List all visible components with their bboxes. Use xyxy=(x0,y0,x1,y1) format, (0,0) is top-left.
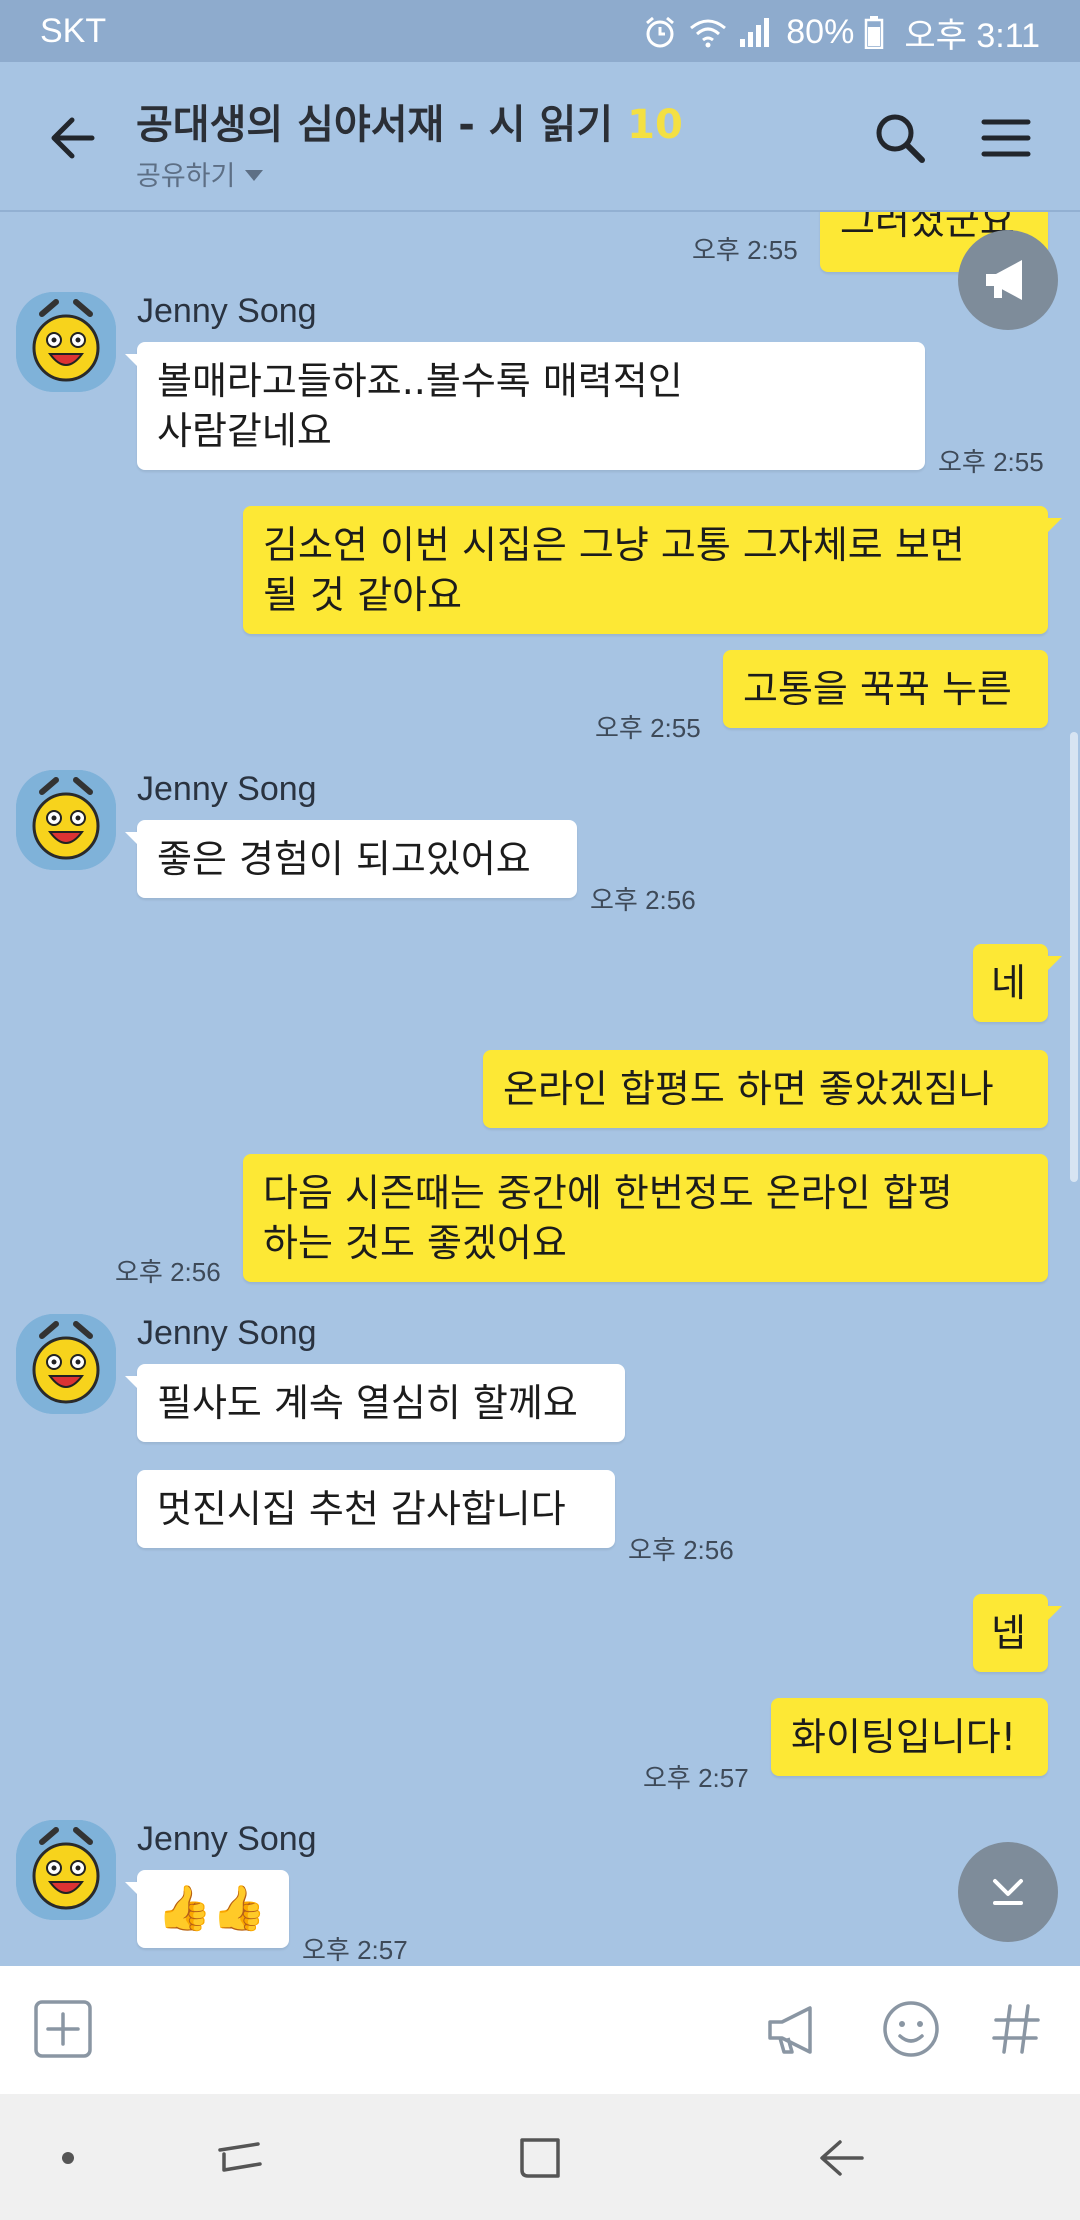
chevron-down-icon xyxy=(993,1879,1023,1905)
recents-button[interactable] xyxy=(210,2128,270,2188)
message-timestamp: 오후 2:57 xyxy=(302,1935,408,1965)
message-timestamp: 오후 2:56 xyxy=(590,885,696,915)
smiley-icon xyxy=(883,2001,939,2057)
message-text: 고통을 꾹꾹 누른 xyxy=(743,667,1012,711)
arrow-left-icon xyxy=(51,117,95,159)
sender-name: Jenny Song xyxy=(137,770,317,808)
dot-icon xyxy=(62,2152,74,2164)
message-timestamp: 오후 2:55 xyxy=(692,235,798,265)
chat-message-list[interactable]: 그러셨군요 오후 2:55 Jenny Song 볼매라고들하죠..볼수록 매력… xyxy=(0,212,1080,1966)
message-text-line: 다음 시즌때는 중간에 한번정도 온라인 합평 xyxy=(263,1171,953,1215)
sender-name: Jenny Song xyxy=(137,1820,317,1858)
scrollbar[interactable] xyxy=(1070,732,1078,1182)
share-dropdown[interactable]: 공유하기 xyxy=(136,154,683,193)
avatar[interactable] xyxy=(16,1314,116,1414)
message-text-line: 김소연 이번 시집은 그냥 고통 그자체로 보면 xyxy=(263,523,965,567)
status-icons: 80% 오후 3:11 xyxy=(642,10,1040,55)
avatar[interactable] xyxy=(16,770,116,870)
notice-button[interactable] xyxy=(958,230,1058,330)
sender-name: Jenny Song xyxy=(137,292,317,330)
message-text: 멋진시집 추천 감사합니다 xyxy=(157,1487,566,1531)
share-label: 공유하기 xyxy=(136,161,236,192)
thumbs-up-emoji: 👍👍 xyxy=(157,1883,267,1934)
message-text: 화이팅입니다! xyxy=(791,1715,1016,1759)
other-message-bubble[interactable]: 좋은 경험이 되고있어요 xyxy=(125,820,577,898)
back-arrow-icon xyxy=(820,2140,864,2176)
message-timestamp: 오후 2:55 xyxy=(595,713,701,743)
avatar[interactable] xyxy=(16,292,116,392)
my-message-bubble[interactable]: 온라인 합평도 하면 좋았겠짐나 xyxy=(483,1050,1048,1128)
chat-header: 공대생의 심야서재 - 시 읽기 10 공유하기 xyxy=(0,62,1080,212)
menu-button[interactable] xyxy=(978,110,1034,166)
message-input-bar xyxy=(0,1966,1080,2094)
recents-icon xyxy=(218,2142,262,2172)
megaphone-icon xyxy=(986,260,1022,300)
plus-square-icon xyxy=(34,2000,92,2058)
signal-icon xyxy=(740,18,770,47)
chat-title: 공대생의 심야서재 - 시 읽기 10 xyxy=(136,92,683,150)
title-area[interactable]: 공대생의 심야서재 - 시 읽기 10 공유하기 xyxy=(136,92,683,193)
hashtag-button[interactable] xyxy=(984,1996,1050,2062)
shout-button[interactable] xyxy=(762,1996,828,2062)
system-navigation-bar xyxy=(0,2094,1080,2220)
hamburger-menu-icon xyxy=(981,119,1031,157)
my-message-bubble[interactable]: 고통을 꾹꾹 누른 xyxy=(723,650,1048,728)
message-text-line: 볼매라고들하죠..볼수록 매력적인 xyxy=(157,359,683,403)
message-timestamp: 오후 2:56 xyxy=(115,1257,221,1287)
message-text: 넵 xyxy=(991,1611,1026,1655)
other-message-bubble[interactable]: 필사도 계속 열심히 할께요 xyxy=(125,1364,625,1442)
back-nav-button[interactable] xyxy=(812,2128,872,2188)
home-button[interactable] xyxy=(510,2128,570,2188)
nav-dot-button[interactable] xyxy=(40,2128,100,2188)
caret-down-icon xyxy=(245,169,264,181)
message-text: 좋은 경험이 되고있어요 xyxy=(157,837,531,881)
member-count: 10 xyxy=(627,102,683,148)
attach-button[interactable] xyxy=(30,1996,96,2062)
other-message-bubble[interactable]: 멋진시집 추천 감사합니다 xyxy=(137,1470,615,1548)
clock: 오후 3:11 xyxy=(904,16,1040,55)
message-timestamp: 오후 2:55 xyxy=(938,447,1044,477)
message-text: 필사도 계속 열심히 할께요 xyxy=(157,1381,578,1425)
message-text-line: 될 것 같아요 xyxy=(263,573,462,617)
scroll-to-bottom-button[interactable] xyxy=(958,1842,1058,1942)
message-text-line: 하는 것도 좋겠어요 xyxy=(263,1221,567,1265)
megaphone-outline-icon xyxy=(768,2006,812,2054)
my-message-bubble[interactable]: 김소연 이번 시집은 그냥 고통 그자체로 보면 될 것 같아요 xyxy=(243,506,1062,634)
sender-name: Jenny Song xyxy=(137,1314,317,1352)
my-message-bubble[interactable]: 넵 xyxy=(973,1594,1062,1672)
other-message-bubble[interactable]: 볼매라고들하죠..볼수록 매력적인 사람같네요 xyxy=(125,342,925,470)
character-avatar-icon xyxy=(16,292,116,392)
wifi-icon xyxy=(690,19,727,48)
search-button[interactable] xyxy=(870,108,930,168)
my-message-bubble[interactable]: 화이팅입니다! xyxy=(771,1698,1048,1776)
search-icon xyxy=(876,114,925,163)
message-timestamp: 오후 2:57 xyxy=(643,1763,749,1793)
carrier-label: SKT xyxy=(40,12,107,50)
battery-icon xyxy=(865,16,884,49)
hashtag-icon xyxy=(992,2004,1040,2054)
back-button[interactable] xyxy=(44,108,104,168)
battery-percent: 80% xyxy=(786,12,855,51)
character-avatar-icon xyxy=(16,770,116,870)
status-bar: SKT 80% 오후 3:11 xyxy=(0,0,1080,62)
character-avatar-icon xyxy=(16,1314,116,1414)
message-text-line: 사람같네요 xyxy=(157,409,332,453)
message-text: 온라인 합평도 하면 좋았겠짐나 xyxy=(503,1067,994,1111)
avatar[interactable] xyxy=(16,1820,116,1920)
message-timestamp: 오후 2:56 xyxy=(628,1535,734,1565)
message-input[interactable] xyxy=(120,1990,740,2070)
home-square-icon xyxy=(520,2138,560,2178)
emoticon-button[interactable] xyxy=(878,1996,944,2062)
alarm-icon xyxy=(646,16,675,48)
chat-title-text: 공대생의 심야서재 - 시 읽기 xyxy=(136,102,614,148)
character-avatar-icon xyxy=(16,1820,116,1920)
my-message-bubble[interactable]: 네 xyxy=(973,944,1062,1022)
other-message-bubble[interactable]: 👍👍 xyxy=(125,1870,289,1948)
my-message-bubble[interactable]: 다음 시즌때는 중간에 한번정도 온라인 합평 하는 것도 좋겠어요 xyxy=(243,1154,1048,1282)
message-text: 네 xyxy=(991,961,1026,1005)
